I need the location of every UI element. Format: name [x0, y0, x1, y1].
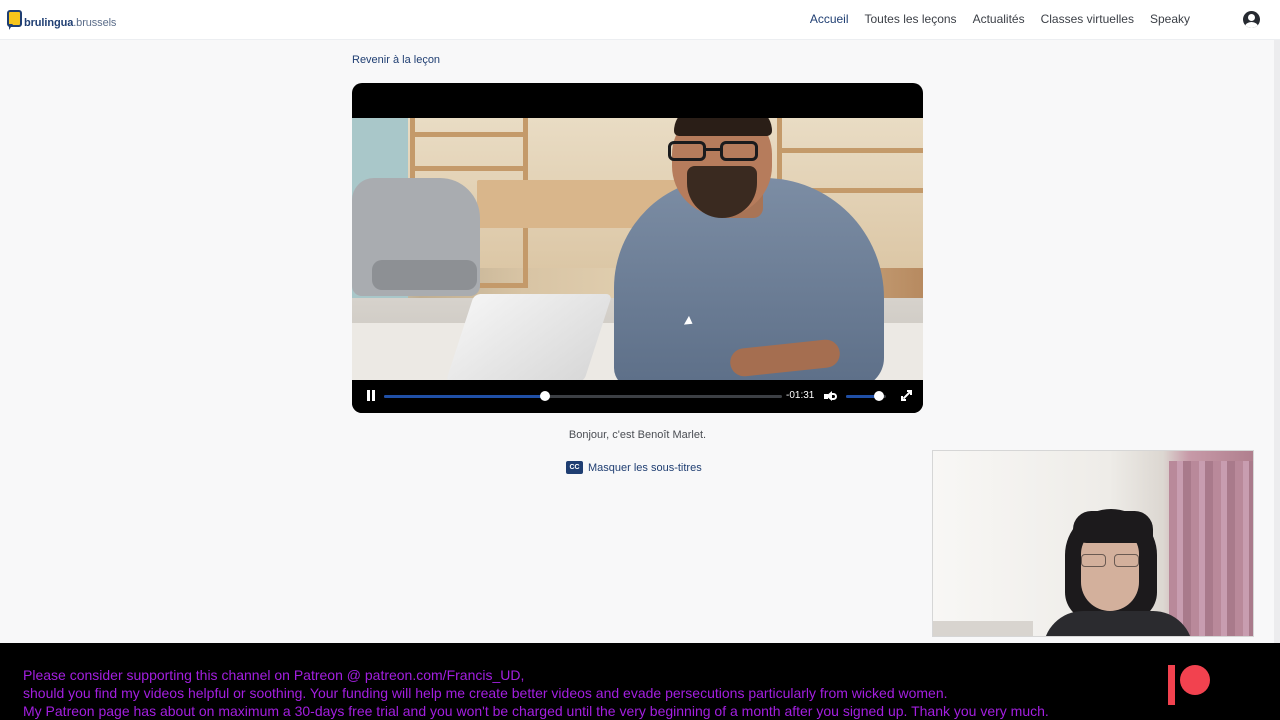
banner-line-3: My Patreon page has about on maximum a 3… — [23, 703, 1049, 719]
back-to-lesson-link[interactable]: Revenir à la leçon — [352, 54, 440, 66]
video-laptop — [445, 294, 613, 380]
webcam-person-glasses — [1081, 554, 1141, 568]
toggle-subtitles-button[interactable]: CC Masquer les sous-titres — [566, 461, 702, 474]
webcam-person-bangs — [1073, 511, 1153, 543]
top-navbar: brulingua.brussels Accueil Toutes les le… — [0, 0, 1280, 40]
nav-item-actualites[interactable]: Actualités — [973, 12, 1025, 26]
page-scrollbar[interactable] — [1274, 40, 1280, 643]
time-remaining: -01:31 — [786, 390, 815, 401]
webcam-person-shoulders — [1043, 611, 1193, 636]
nav-item-accueil[interactable]: Accueil — [810, 12, 849, 26]
closed-captions-icon: CC — [566, 461, 583, 474]
brulingua-logo[interactable]: brulingua.brussels — [7, 8, 116, 32]
logo-text: brulingua.brussels — [24, 17, 116, 29]
pause-icon[interactable] — [365, 389, 377, 402]
player-controls: -01:31 — [352, 380, 923, 413]
main-nav: Accueil Toutes les leçons Actualités Cla… — [794, 12, 1190, 26]
video-player[interactable]: -01:31 — [352, 83, 923, 413]
fullscreen-icon[interactable] — [901, 390, 912, 401]
logo-main: brulingua — [24, 17, 74, 29]
nav-item-toutes-les-lecons[interactable]: Toutes les leçons — [865, 12, 957, 26]
speech-bubble-logo-icon — [7, 10, 22, 30]
browser-page: brulingua.brussels Accueil Toutes les le… — [0, 0, 1280, 643]
video-chair — [352, 178, 480, 296]
nav-item-classes-virtuelles[interactable]: Classes virtuelles — [1041, 12, 1134, 26]
volume-icon[interactable] — [824, 391, 838, 403]
video-person-hair — [674, 118, 772, 136]
progress-fill — [384, 395, 546, 398]
banner-line-2: should you find my videos helpful or soo… — [23, 685, 948, 701]
patreon-logo-icon — [1168, 665, 1212, 705]
banner-line-1: Please consider supporting this channel … — [23, 667, 525, 683]
subtitle-text: Bonjour, c'est Benoît Marlet. — [568, 429, 707, 441]
progress-thumb[interactable] — [540, 391, 551, 401]
video-frame[interactable] — [352, 118, 923, 380]
nav-item-speaky[interactable]: Speaky — [1150, 12, 1190, 26]
volume-slider[interactable] — [846, 391, 886, 401]
patreon-banner: Please consider supporting this channel … — [0, 643, 1280, 720]
webcam-desk — [933, 621, 1033, 636]
webcam-overlay — [932, 450, 1254, 637]
user-circle-icon[interactable] — [1243, 11, 1260, 28]
logo-suffix: .brussels — [73, 17, 117, 29]
progress-bar[interactable] — [384, 391, 782, 401]
webcam-curtain — [1169, 461, 1253, 636]
video-person-glasses — [668, 141, 774, 161]
volume-thumb[interactable] — [873, 391, 884, 401]
toggle-subtitles-label: Masquer les sous-titres — [588, 461, 702, 474]
